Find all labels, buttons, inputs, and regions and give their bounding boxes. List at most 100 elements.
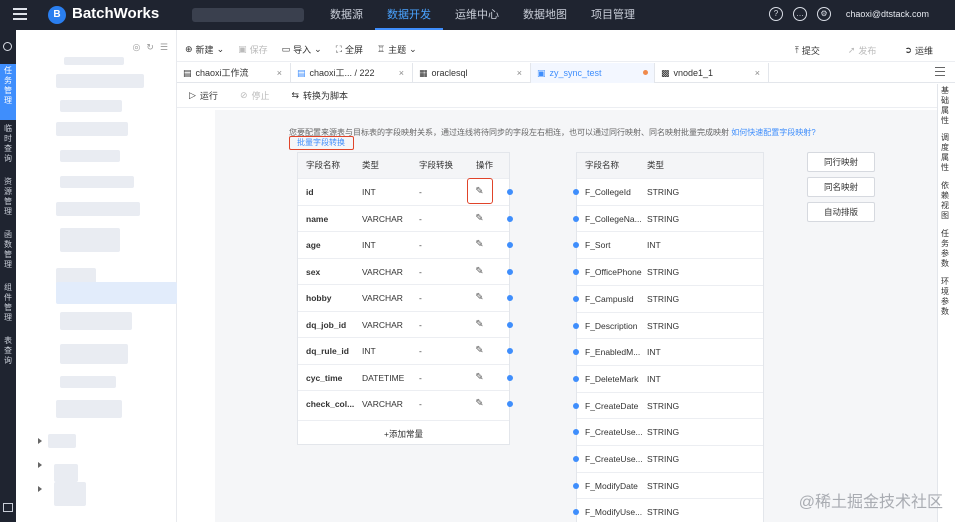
stop-button[interactable]: ⊘停止 xyxy=(240,89,270,102)
nav-datasource[interactable]: 数据源 xyxy=(318,0,375,30)
settings-icon[interactable]: ⚙ xyxy=(817,7,831,21)
edit-icon[interactable]: ✎ xyxy=(473,238,486,251)
tree-item[interactable] xyxy=(56,122,128,136)
connector-dot[interactable] xyxy=(507,348,513,354)
tree-item[interactable] xyxy=(60,228,120,252)
tab-chaoxi-workflow[interactable]: ▤chaoxi工作流× xyxy=(177,63,291,83)
close-icon[interactable]: × xyxy=(507,63,522,83)
edit-icon[interactable]: ✎ xyxy=(473,371,486,384)
help-icon[interactable]: ? xyxy=(769,7,783,21)
connector-dot[interactable] xyxy=(507,269,513,275)
tree-item[interactable] xyxy=(60,344,128,364)
message-icon[interactable]: … xyxy=(793,7,807,21)
connector-dot[interactable] xyxy=(507,189,513,195)
connector-dot[interactable] xyxy=(573,189,579,195)
publish-button[interactable]: ➚发布 xyxy=(848,44,877,57)
connector-dot[interactable] xyxy=(507,295,513,301)
same-row-mapping-button[interactable]: 同行映射 xyxy=(807,152,875,172)
connector-dot[interactable] xyxy=(573,323,579,329)
edit-icon[interactable]: ✎ xyxy=(473,265,486,278)
tree-item[interactable] xyxy=(56,400,122,418)
tree-item[interactable] xyxy=(56,74,144,88)
locate-icon[interactable]: ◎ xyxy=(133,42,141,53)
run-button[interactable]: ▷运行 xyxy=(189,89,218,102)
add-constant-button[interactable]: +添加常量 xyxy=(298,420,509,446)
rail-function-management[interactable]: 函数管理 xyxy=(0,228,16,280)
nav-project-management[interactable]: 项目管理 xyxy=(579,0,647,30)
tree-item[interactable] xyxy=(54,464,78,482)
tree-item[interactable] xyxy=(60,176,134,188)
tabs-menu-icon[interactable] xyxy=(935,67,945,76)
connector-dot[interactable] xyxy=(573,216,579,222)
new-button[interactable]: ⊕新建⌄ xyxy=(185,43,224,56)
edit-icon[interactable]: ✎ xyxy=(473,344,486,357)
refresh-icon[interactable]: ↻ xyxy=(146,42,154,53)
tree-item[interactable] xyxy=(60,150,120,162)
tab-vnode1-1[interactable]: ▩vnode1_1× xyxy=(655,63,769,83)
rail-temp-query[interactable]: 临时查询 xyxy=(0,122,16,174)
edit-icon[interactable]: ✎ xyxy=(473,397,486,410)
list-icon[interactable]: ☰ xyxy=(160,42,168,53)
rail-table-query[interactable]: 表查询 xyxy=(0,334,16,374)
tab-zy-sync-test[interactable]: ▣zy_sync_test xyxy=(531,63,655,83)
close-icon[interactable]: × xyxy=(389,63,404,83)
connector-dot[interactable] xyxy=(573,429,579,435)
connector-dot[interactable] xyxy=(573,403,579,409)
tree-item[interactable] xyxy=(64,57,124,65)
tab-schedule-properties[interactable]: 调度属性 xyxy=(941,133,953,173)
batch-field-convert-button[interactable]: 批量字段转换 xyxy=(289,136,354,150)
ops-button[interactable]: ➲运维 xyxy=(904,44,933,57)
connector-dot[interactable] xyxy=(507,401,513,407)
tree-item[interactable] xyxy=(56,202,140,216)
chevron-right-icon[interactable] xyxy=(38,462,42,468)
edit-icon[interactable]: ✎ xyxy=(473,212,486,225)
connector-dot[interactable] xyxy=(507,242,513,248)
same-name-mapping-button[interactable]: 同名映射 xyxy=(807,177,875,197)
collapse-icon[interactable] xyxy=(3,503,13,512)
tab-task-parameters[interactable]: 任务参数 xyxy=(941,229,953,269)
tab-basic-properties[interactable]: 基础属性 xyxy=(941,86,953,126)
connector-dot[interactable] xyxy=(507,322,513,328)
connector-dot[interactable] xyxy=(573,509,579,515)
tree-item-selected[interactable] xyxy=(56,282,177,304)
connector-dot[interactable] xyxy=(507,375,513,381)
tree-item[interactable] xyxy=(48,434,76,448)
tree-item[interactable] xyxy=(60,312,132,330)
tab-dependency-view[interactable]: 依赖视图 xyxy=(941,181,953,221)
nav-ops-center[interactable]: 运维中心 xyxy=(443,0,511,30)
close-icon[interactable]: × xyxy=(745,63,760,83)
connector-dot[interactable] xyxy=(573,349,579,355)
rail-task-management[interactable]: 任务管理 xyxy=(0,64,16,120)
connector-dot[interactable] xyxy=(573,483,579,489)
close-icon[interactable]: × xyxy=(267,63,282,83)
edit-icon[interactable]: ✎ xyxy=(473,291,486,304)
tab-oraclesql[interactable]: ▦oraclesql× xyxy=(413,63,531,83)
save-button[interactable]: ▣保存 xyxy=(238,43,268,56)
user-account[interactable]: chaoxi@dtstack.com xyxy=(846,9,929,19)
rail-resource-management[interactable]: 资源管理 xyxy=(0,175,16,227)
convert-to-script-button[interactable]: ⇆转换为脚本 xyxy=(292,89,349,102)
tree-item[interactable] xyxy=(54,482,86,506)
search-icon[interactable] xyxy=(3,42,12,51)
tree-item[interactable] xyxy=(60,100,122,112)
nav-data-map[interactable]: 数据地图 xyxy=(511,0,579,30)
connector-dot[interactable] xyxy=(507,216,513,222)
connector-dot[interactable] xyxy=(573,296,579,302)
nav-data-development[interactable]: 数据开发 xyxy=(375,0,443,30)
project-selector[interactable] xyxy=(192,8,304,22)
edit-icon[interactable]: ✎ xyxy=(473,318,486,331)
import-button[interactable]: ▭导入⌄ xyxy=(282,43,322,56)
rail-component-management[interactable]: 组件管理 xyxy=(0,281,16,333)
connector-dot[interactable] xyxy=(573,242,579,248)
help-link[interactable]: 如何快速配置字段映射? xyxy=(731,128,815,137)
menu-icon[interactable] xyxy=(13,8,27,20)
theme-button[interactable]: ♖主题⌄ xyxy=(377,43,417,56)
fullscreen-button[interactable]: ⛶全屏 xyxy=(336,43,363,56)
chevron-right-icon[interactable] xyxy=(38,438,42,444)
connector-dot[interactable] xyxy=(573,269,579,275)
tab-chaoxi-222[interactable]: ▤chaoxi工... / 222× xyxy=(291,63,413,83)
auto-layout-button[interactable]: 自动排版 xyxy=(807,202,875,222)
tree-item[interactable] xyxy=(60,376,116,388)
tab-environment-parameters[interactable]: 环境参数 xyxy=(941,277,953,317)
connector-dot[interactable] xyxy=(573,376,579,382)
